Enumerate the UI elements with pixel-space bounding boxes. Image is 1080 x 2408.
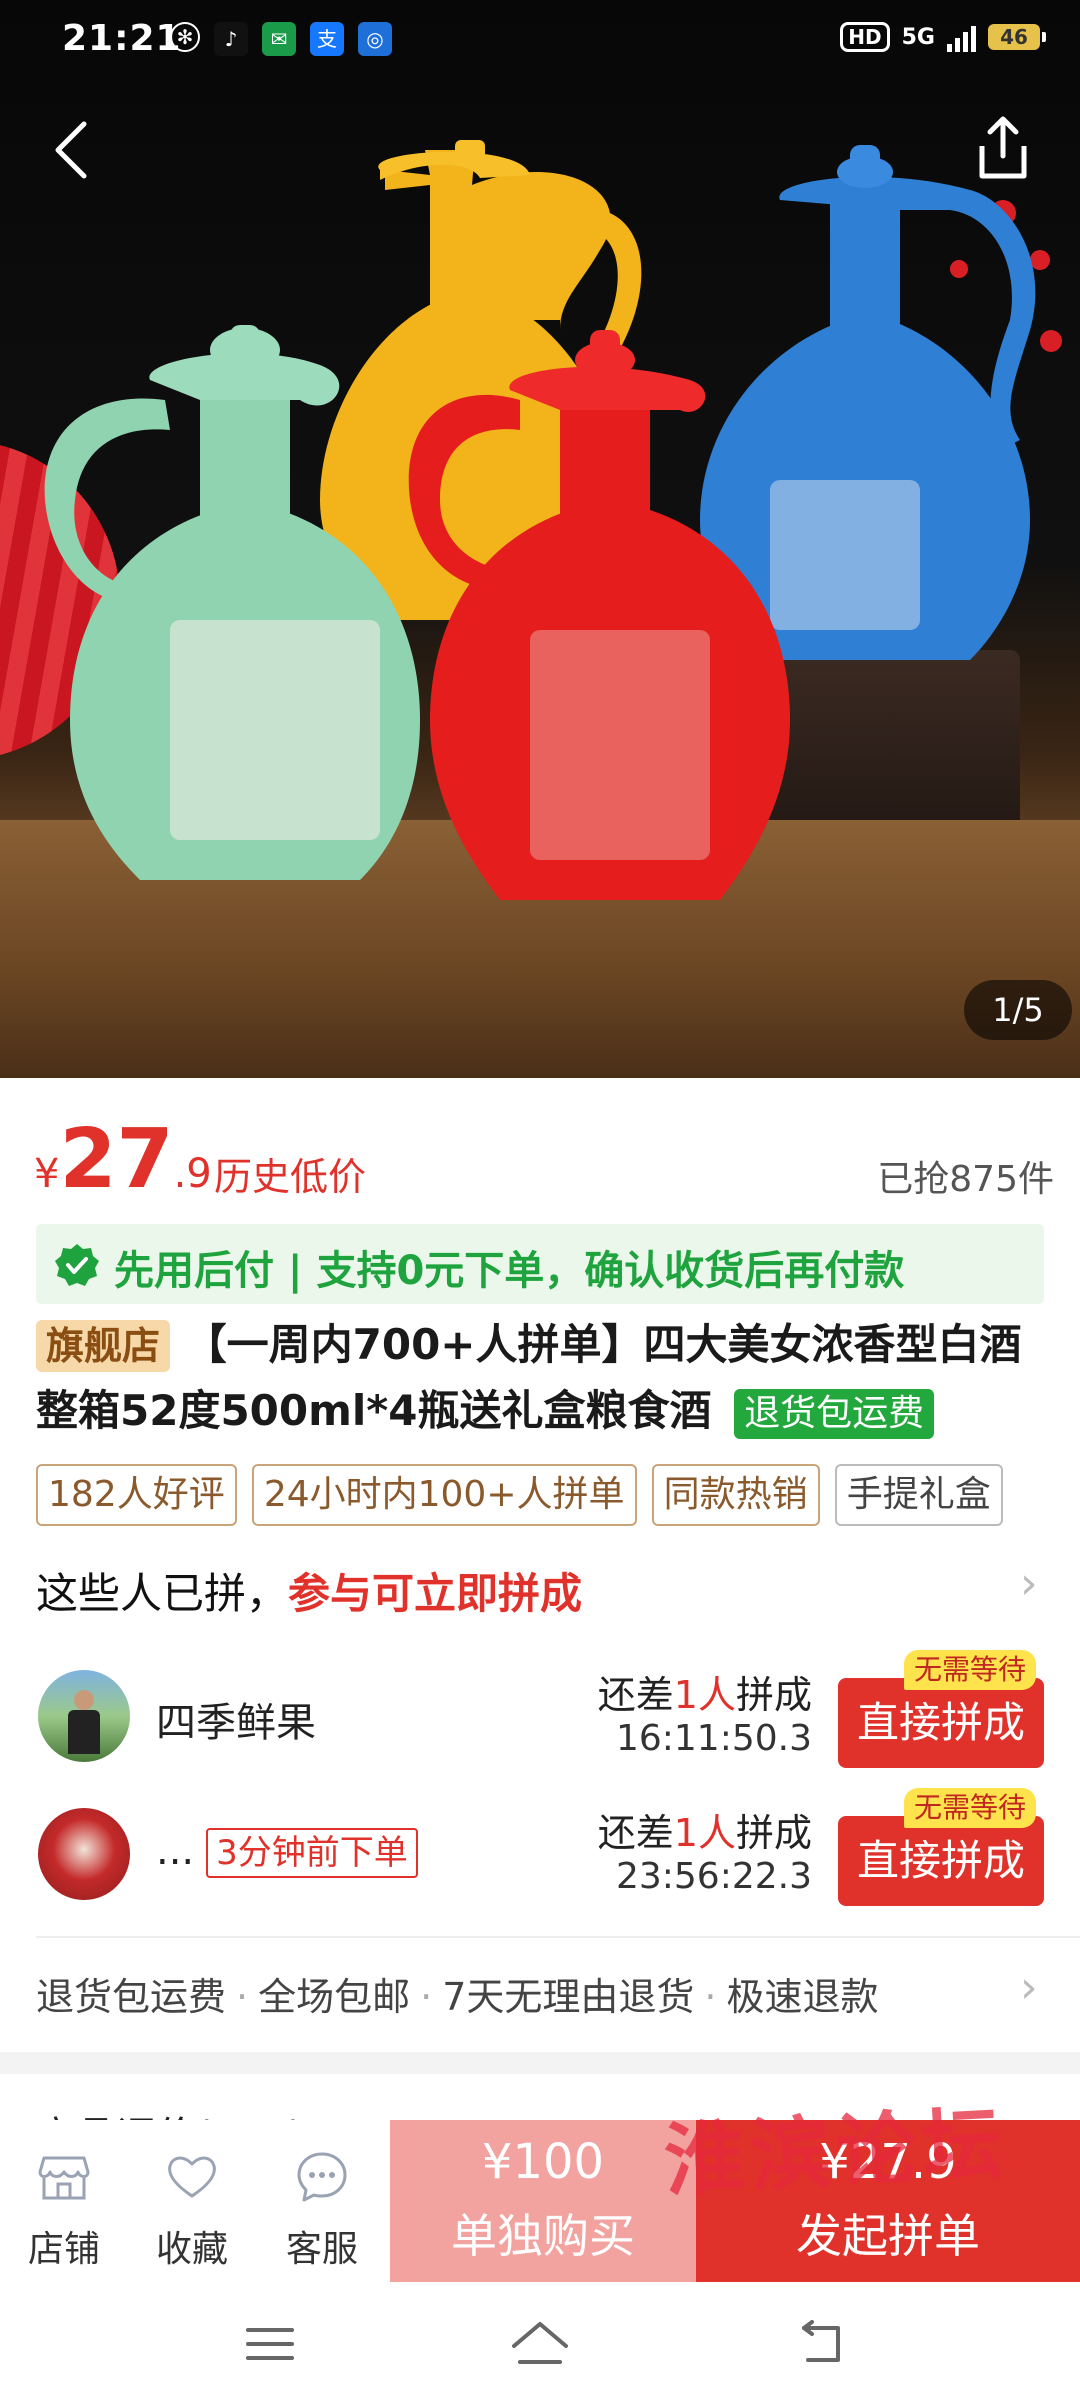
refund-shipping-badge: 退货包运费: [734, 1389, 935, 1439]
avatar: [38, 1808, 130, 1900]
price-integer: 27: [59, 1112, 174, 1207]
service-guarantees[interactable]: 退货包运费 · 全场包邮 · 7天无理由退货 · 极速退款: [36, 1966, 879, 2021]
bottom-action-bar: 店铺 收藏 客服 ¥100 单独购买 ¥27.9 发起拼单: [0, 2120, 1080, 2282]
chevron-right-icon[interactable]: ›: [1020, 1962, 1038, 2013]
tag-reviews[interactable]: 182人好评: [36, 1464, 237, 1526]
buy-alone-label: 单独购买: [451, 2209, 635, 2263]
price-decimal: .9: [173, 1151, 212, 1197]
chat-icon: [297, 2152, 347, 2202]
no-wait-badge: 无需等待: [904, 1788, 1037, 1828]
countdown-timer: 16:11:50.3: [615, 1718, 812, 1759]
badge-check-icon: [55, 1244, 99, 1286]
divider: [36, 1936, 1080, 1938]
pay-later-text: 先用后付 | 支持0元下单，确认收货后再付款: [114, 1248, 905, 1294]
home-icon[interactable]: [508, 2318, 572, 2370]
store-label: 店铺: [27, 2229, 100, 2270]
store-icon: [38, 2156, 90, 2200]
order-time-badge: 3分钟前下单: [206, 1828, 418, 1878]
buy-alone-price: ¥100: [481, 2134, 605, 2190]
tag-group-orders[interactable]: 24小时内100+人拼单: [251, 1464, 637, 1526]
join-group-button[interactable]: 直接拼成: [838, 1678, 1044, 1768]
need-suffix: 拼成: [735, 1673, 812, 1717]
share-icon: [979, 116, 1027, 179]
battery-level: 46: [1000, 25, 1028, 49]
alipay-icon: 支: [310, 22, 344, 56]
need-count: 还差1人拼成: [598, 1802, 812, 1857]
share-button[interactable]: [968, 108, 1038, 188]
sold-count: 已抢875件: [877, 1159, 1054, 1200]
system-navigation-bar: [0, 2282, 1080, 2408]
store-button[interactable]: 店铺: [4, 2120, 124, 2282]
pay-later-banner[interactable]: 先用后付 | 支持0元下单，确认收货后再付款: [36, 1224, 1044, 1304]
tiktok-icon: ♪: [214, 22, 248, 56]
need-prefix: 还差: [597, 1811, 674, 1855]
need-people: 1人: [673, 1673, 736, 1717]
product-title-block: 旗舰店 【一周内700+人拼单】四大美女浓香型白酒整箱52度500ml*4瓶送礼…: [36, 1312, 1046, 1444]
service-item: 全场包邮: [258, 1975, 411, 2019]
user-name-row: ... 3分钟前下单: [156, 1828, 418, 1878]
favorite-button[interactable]: 收藏: [132, 2120, 252, 2282]
status-time: 21:21: [62, 18, 182, 59]
need-suffix: 拼成: [735, 1811, 812, 1855]
need-count: 还差1人拼成: [598, 1664, 812, 1719]
service-item: 退货包运费: [36, 1975, 227, 2019]
buy-alone-button[interactable]: ¥100 单独购买: [390, 2120, 696, 2282]
hd-icon: HD: [840, 22, 890, 52]
need-people: 1人: [673, 1811, 736, 1855]
heart-icon: [168, 2156, 216, 2198]
countdown-timer: 23:56:22.3: [615, 1856, 812, 1897]
service-item: 极速退款: [726, 1975, 879, 2019]
status-bar: 21:21 ✻ ♪ ✉ 支 ◎ HD 5G 46: [0, 0, 1080, 84]
favorite-label: 收藏: [155, 2229, 228, 2270]
chevron-left-icon: [55, 121, 87, 179]
app-icon: ◎: [358, 22, 392, 56]
price: ¥27.9: [34, 1112, 212, 1207]
group-buy-heading-plain: 这些人已拼，: [36, 1569, 289, 1618]
join-group-button[interactable]: 直接拼成: [838, 1816, 1044, 1906]
notification-icons: ✻ ♪ ✉ 支 ◎: [170, 22, 392, 56]
blue-vase: [700, 145, 1036, 660]
service-item: 7天无理由退货: [442, 1975, 695, 2019]
customer-service-button[interactable]: 客服: [262, 2120, 382, 2282]
group-buy-heading-red: 参与可立即拼成: [288, 1569, 583, 1618]
avatar: [38, 1670, 130, 1762]
status-right: HD 5G 46: [840, 22, 1046, 52]
chevron-right-icon[interactable]: ›: [1020, 1558, 1038, 1609]
group-row: 四季鲜果 还差1人拼成 16:11:50.3 直接拼成 无需等待: [0, 1650, 1080, 1780]
no-wait-badge: 无需等待: [904, 1650, 1037, 1690]
signal-icon: [947, 22, 976, 52]
start-group-button[interactable]: ¥27.9 发起拼单: [696, 2120, 1080, 2282]
user-name: ...: [156, 1828, 195, 1874]
section-divider: [0, 2052, 1080, 2074]
battery-icon: 46: [988, 24, 1046, 50]
group-buy-heading[interactable]: 这些人已拼，参与可立即拼成: [36, 1560, 582, 1621]
back-nav-icon[interactable]: [794, 2320, 848, 2368]
price-currency: ¥: [34, 1151, 60, 1197]
user-name: 四季鲜果: [156, 1700, 316, 1746]
customer-service-label: 客服: [285, 2229, 358, 2270]
post-icon: ✉: [262, 22, 296, 56]
group-row: ... 3分钟前下单 还差1人拼成 23:56:22.3 直接拼成 无需等待: [0, 1788, 1080, 1918]
history-low-label: 历史低价: [214, 1155, 367, 1199]
need-prefix: 还差: [597, 1673, 674, 1717]
tag-hot-sale[interactable]: 同款热销: [651, 1464, 820, 1526]
carousel-page-indicator: 1/5: [964, 980, 1072, 1040]
flagship-store-badge: 旗舰店: [36, 1320, 171, 1372]
tag-gift-box[interactable]: 手提礼盒: [834, 1464, 1003, 1526]
tag-list: 182人好评 24小时内100+人拼单 同款热销 手提礼盒: [36, 1464, 1080, 1526]
group-price: ¥27.9: [819, 2134, 957, 2190]
vases-illustration: [44, 140, 1036, 900]
menu-icon[interactable]: [244, 2322, 296, 2366]
fan-icon: ✻: [170, 22, 200, 52]
product-image-carousel[interactable]: 21:21 ✻ ♪ ✉ 支 ◎ HD 5G 46 1/5: [0, 0, 1080, 1078]
network-label: 5G: [901, 24, 935, 50]
group-label: 发起拼单: [796, 2209, 980, 2263]
back-button[interactable]: [40, 110, 110, 190]
